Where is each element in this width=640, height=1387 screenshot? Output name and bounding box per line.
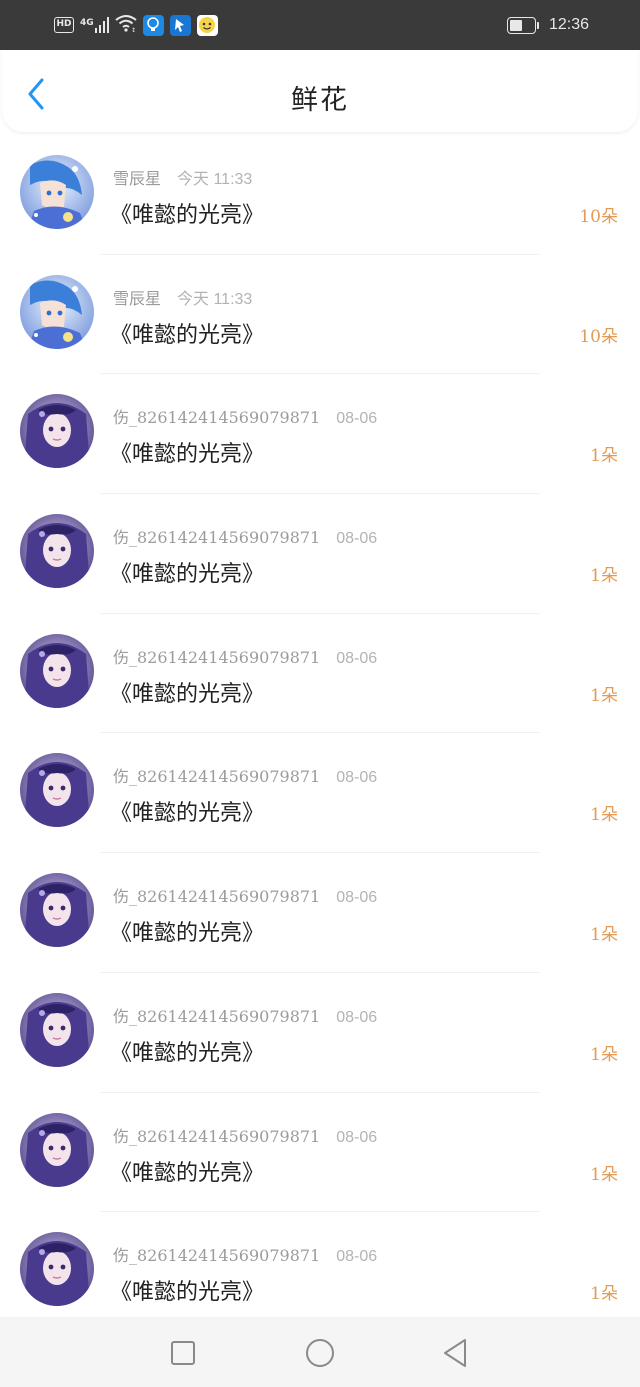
gift-date: 08-06: [336, 889, 378, 907]
flower-count: 1朵: [590, 446, 618, 467]
book-title: 《唯懿的光亮》: [110, 322, 265, 348]
list-item[interactable]: 伤_826142414569079871 08-06 《唯懿的光亮》 1朵: [0, 972, 640, 1093]
avatar-anime-girl-purple[interactable]: [20, 1112, 94, 1187]
book-title: 《唯懿的光亮》: [110, 921, 265, 947]
avatar-anime-girl-purple[interactable]: [20, 753, 94, 828]
item-meta: 雪辰星 今天 11:33: [113, 165, 252, 189]
gift-date: 今天 11:33: [177, 290, 253, 308]
avatar-anime-girl-purple[interactable]: [20, 514, 94, 589]
avatar-anime-girl-purple[interactable]: [20, 633, 94, 708]
list-item[interactable]: 雪辰星 今天 11:33 《唯懿的光亮》 10朵: [0, 254, 640, 375]
page-title: 鲜花: [291, 85, 349, 116]
item-meta: 伤_826142414569079871 08-06: [113, 1003, 377, 1027]
gift-date: 08-06: [336, 1248, 378, 1266]
home-icon: [306, 1339, 334, 1367]
book-title: 《唯懿的光亮》: [110, 562, 265, 588]
avatar-anime-girl-purple[interactable]: [20, 1232, 94, 1307]
gift-date: 08-06: [336, 410, 378, 428]
flower-count: 1朵: [590, 805, 618, 826]
item-meta: 伤_826142414569079871 08-06: [113, 524, 377, 548]
flower-count: 1朵: [590, 1044, 618, 1065]
user-name: 雪辰星: [113, 169, 162, 188]
back-icon: [444, 1339, 466, 1367]
list-item[interactable]: 伤_826142414569079871 08-06 《唯懿的光亮》 1朵: [0, 1092, 640, 1213]
user-name: 伤_826142414569079871: [113, 528, 321, 548]
flower-count: 1朵: [590, 925, 618, 946]
status-icons-left: HD 4G ↕: [54, 13, 218, 37]
pen-app-icon: [169, 14, 191, 36]
user-name: 伤_826142414569079871: [113, 887, 321, 907]
flower-list: 雪辰星 今天 11:33 《唯懿的光亮》 10朵 雪辰星 今天 11:33 《唯懿的…: [0, 135, 640, 1332]
flower-count: 1朵: [590, 1164, 618, 1185]
list-item[interactable]: 伤_826142414569079871 08-06 《唯懿的光亮》 1朵: [0, 853, 640, 973]
book-title: 《唯懿的光亮》: [110, 203, 265, 228]
cellular-signal-icon: 4G: [80, 17, 109, 33]
app-header: 鲜花: [2, 50, 638, 132]
user-name: 伤_826142414569079871: [113, 1126, 321, 1146]
user-name: 雪辰星: [113, 288, 162, 308]
flower-count: 1朵: [590, 566, 618, 587]
user-name: 伤_826142414569079871: [113, 647, 321, 667]
user-name: 伤_826142414569079871: [113, 408, 321, 428]
wifi-icon: ↕: [115, 14, 137, 36]
book-title: 《唯懿的光亮》: [110, 681, 265, 707]
avatar-anime-girl-blue[interactable]: [20, 274, 94, 349]
user-name: 伤_826142414569079871: [113, 1246, 321, 1266]
gift-date: 08-06: [336, 1128, 378, 1146]
avatar-anime-girl-blue[interactable]: [20, 155, 94, 229]
item-meta: 伤_826142414569079871 08-06: [113, 404, 377, 428]
user-name: 伤_826142414569079871: [113, 767, 321, 787]
gift-date: 08-06: [336, 1008, 378, 1026]
book-title: 《唯懿的光亮》: [110, 801, 265, 827]
recent-apps-icon: [171, 1341, 195, 1365]
list-item[interactable]: 伤_826142414569079871 08-06 《唯懿的光亮》 1朵: [0, 1212, 640, 1332]
gift-date: 08-06: [336, 769, 378, 787]
item-meta: 伤_826142414569079871 08-06: [113, 763, 377, 787]
recent-apps-button[interactable]: [167, 1337, 199, 1369]
avatar-anime-girl-purple[interactable]: [20, 394, 94, 469]
book-title: 《唯懿的光亮》: [110, 442, 265, 468]
system-nav-bar: [0, 1317, 640, 1387]
avatar-anime-girl-purple[interactable]: [20, 873, 94, 948]
face-app-icon: [196, 14, 218, 36]
flower-count: 1朵: [590, 1284, 618, 1305]
item-meta: 伤_826142414569079871 08-06: [113, 644, 377, 668]
flower-count: 10朵: [579, 326, 618, 347]
list-item[interactable]: 伤_826142414569079871 08-06 《唯懿的光亮》 1朵: [0, 494, 640, 614]
item-meta: 雪辰星 今天 11:33: [113, 285, 252, 309]
home-button[interactable]: [304, 1337, 336, 1369]
flower-count: 1朵: [590, 685, 618, 706]
hd-icon: HD: [54, 17, 74, 33]
list-item[interactable]: 伤_826142414569079871 08-06 《唯懿的光亮》 1朵: [0, 374, 640, 495]
status-icons-right: 12:36: [506, 13, 589, 37]
item-meta: 伤_826142414569079871 08-06: [113, 883, 377, 907]
list-item[interactable]: 伤_826142414569079871 08-06 《唯懿的光亮》 1朵: [0, 613, 640, 734]
gift-date: 今天 11:33: [177, 171, 253, 188]
gift-date: 08-06: [336, 530, 378, 548]
avatar-anime-girl-purple[interactable]: [20, 992, 94, 1067]
book-title: 《唯懿的光亮》: [110, 1040, 265, 1066]
bulb-app-icon: [142, 14, 164, 36]
user-name: 伤_826142414569079871: [113, 1006, 321, 1026]
gift-date: 08-06: [336, 649, 378, 667]
flower-count: 10朵: [579, 207, 618, 227]
book-title: 《唯懿的光亮》: [110, 1160, 265, 1186]
network-type-label: 4G: [80, 18, 94, 28]
nav-back-button[interactable]: [440, 1337, 472, 1369]
status-bar: HD 4G ↕ 12:36: [0, 0, 640, 50]
item-meta: 伤_826142414569079871 08-06: [113, 1123, 377, 1147]
list-item[interactable]: 雪辰星 今天 11:33 《唯懿的光亮》 10朵: [0, 135, 640, 255]
list-item[interactable]: 伤_826142414569079871 08-06 《唯懿的光亮》 1朵: [0, 733, 640, 854]
item-meta: 伤_826142414569079871 08-06: [113, 1242, 377, 1266]
status-time: 12:36: [548, 16, 589, 33]
book-title: 《唯懿的光亮》: [110, 1280, 265, 1306]
svg-text:↕: ↕: [131, 27, 136, 32]
battery-icon: [506, 16, 539, 34]
